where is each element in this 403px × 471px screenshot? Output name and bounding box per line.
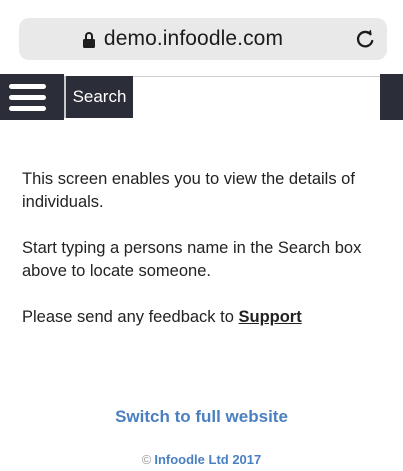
app-nav-bar: Search bbox=[0, 74, 403, 120]
address-bar-content: demo.infoodle.com bbox=[19, 18, 347, 60]
url-text: demo.infoodle.com bbox=[103, 27, 284, 50]
copyright-text: Infoodle Ltd 2017 bbox=[154, 452, 262, 467]
search-label: Search bbox=[66, 76, 133, 118]
instructions-text: Start typing a persons name in the Searc… bbox=[22, 239, 362, 280]
feedback-prefix: Please send any feedback to bbox=[22, 308, 239, 326]
support-link[interactable]: Support bbox=[238, 308, 301, 326]
nav-right-edge bbox=[380, 74, 403, 120]
intro-text: This screen enables you to view the deta… bbox=[22, 170, 355, 211]
browser-chrome: demo.infoodle.com bbox=[0, 0, 403, 74]
page: demo.infoodle.com Search This screen ena… bbox=[0, 0, 403, 471]
copyright-icon: © bbox=[141, 452, 152, 467]
address-bar[interactable]: demo.infoodle.com bbox=[19, 18, 387, 60]
footer: © Infoodle Ltd 2017 bbox=[0, 452, 403, 467]
reload-icon[interactable] bbox=[354, 28, 376, 50]
full-website-link[interactable]: Switch to full website bbox=[0, 407, 403, 427]
menu-button[interactable] bbox=[0, 74, 64, 120]
hamburger-icon[interactable] bbox=[9, 82, 55, 114]
feedback-text: Please send any feedback to Support bbox=[22, 306, 387, 329]
search-input[interactable] bbox=[133, 76, 380, 118]
search-box: Search bbox=[66, 74, 380, 120]
lock-icon bbox=[82, 32, 95, 48]
